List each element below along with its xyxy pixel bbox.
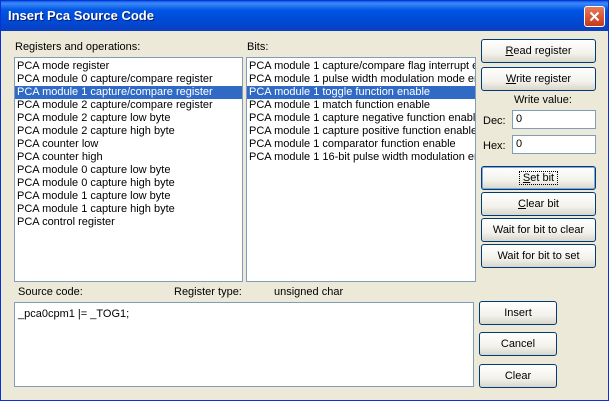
register-list-item[interactable]: PCA module 0 capture high byte (15, 177, 242, 190)
close-icon (589, 11, 600, 22)
clear-bit-label: Clear bit (518, 198, 559, 210)
bit-list-item[interactable]: PCA module 1 match function enable (247, 99, 475, 112)
bits-label: Bits: (247, 41, 269, 53)
window-title: Insert Pca Source Code (8, 8, 154, 23)
register-list-item[interactable]: PCA module 1 capture low byte (15, 190, 242, 203)
hex-label: Hex: (483, 140, 506, 152)
set-bit-button[interactable]: Set bit (481, 166, 596, 190)
register-list-item[interactable]: PCA module 2 capture high byte (15, 125, 242, 138)
read-register-label: Read register (505, 45, 572, 57)
bit-list-item[interactable]: PCA module 1 comparator function enable (247, 138, 475, 151)
bit-list-item[interactable]: PCA module 1 16-bit pulse width modulati… (247, 151, 475, 164)
write-register-button[interactable]: Write register (481, 67, 596, 91)
source-code-editor[interactable]: _pca0cpm1 |= _TOG1; (14, 302, 474, 387)
dec-field[interactable]: 0 (512, 110, 596, 129)
register-list-item[interactable]: PCA module 1 capture/compare register (15, 86, 242, 99)
register-list-item[interactable]: PCA module 2 capture low byte (15, 112, 242, 125)
register-list-item[interactable]: PCA counter high (15, 151, 242, 164)
read-register-button[interactable]: Read register (481, 39, 596, 63)
registers-label: Registers and operations: (15, 41, 141, 53)
bit-list-item[interactable]: PCA module 1 capture negative function e… (247, 112, 475, 125)
bit-list-item[interactable]: PCA module 1 pulse width modulation mode… (247, 73, 475, 86)
write-value-label: Write value: (514, 94, 572, 106)
register-list-item[interactable]: PCA module 2 capture/compare register (15, 99, 242, 112)
wait-bit-set-button[interactable]: Wait for bit to set (481, 244, 596, 268)
register-list-item[interactable]: PCA module 1 capture high byte (15, 203, 242, 216)
title-bar[interactable]: Insert Pca Source Code (1, 1, 608, 31)
insert-pca-dialog: Insert Pca Source Code Registers and ope… (0, 0, 609, 401)
cancel-button[interactable]: Cancel (479, 332, 557, 356)
dec-label: Dec: (483, 115, 506, 127)
insert-button[interactable]: Insert (479, 301, 557, 325)
hex-field[interactable]: 0 (512, 135, 596, 154)
close-button[interactable] (584, 6, 605, 27)
register-list-item[interactable]: PCA mode register (15, 60, 242, 73)
register-list-item[interactable]: PCA control register (15, 216, 242, 229)
clear-bit-button[interactable]: Clear bit (481, 192, 596, 216)
write-register-label: Write register (505, 73, 572, 85)
bit-list-item[interactable]: PCA module 1 capture positive function e… (247, 125, 475, 138)
bit-list-item[interactable]: PCA module 1 toggle function enable (247, 86, 475, 99)
registers-list[interactable]: PCA mode register PCA module 0 capture/co… (14, 57, 243, 282)
bits-list[interactable]: PCA module 1 capture/compare flag interr… (246, 57, 476, 282)
register-list-item[interactable]: PCA module 0 capture low byte (15, 164, 242, 177)
register-list-item[interactable]: PCA counter low (15, 138, 242, 151)
wait-bit-clear-button[interactable]: Wait for bit to clear (481, 218, 596, 242)
register-type-value: unsigned char (274, 286, 344, 298)
clear-button[interactable]: Clear (479, 364, 557, 388)
bit-list-item[interactable]: PCA module 1 capture/compare flag interr… (247, 60, 475, 73)
register-type-label: Register type: (174, 286, 242, 298)
register-list-item[interactable]: PCA module 0 capture/compare register (15, 73, 242, 86)
source-code-label: Source code: (18, 286, 83, 298)
set-bit-label: Set bit (518, 171, 559, 185)
